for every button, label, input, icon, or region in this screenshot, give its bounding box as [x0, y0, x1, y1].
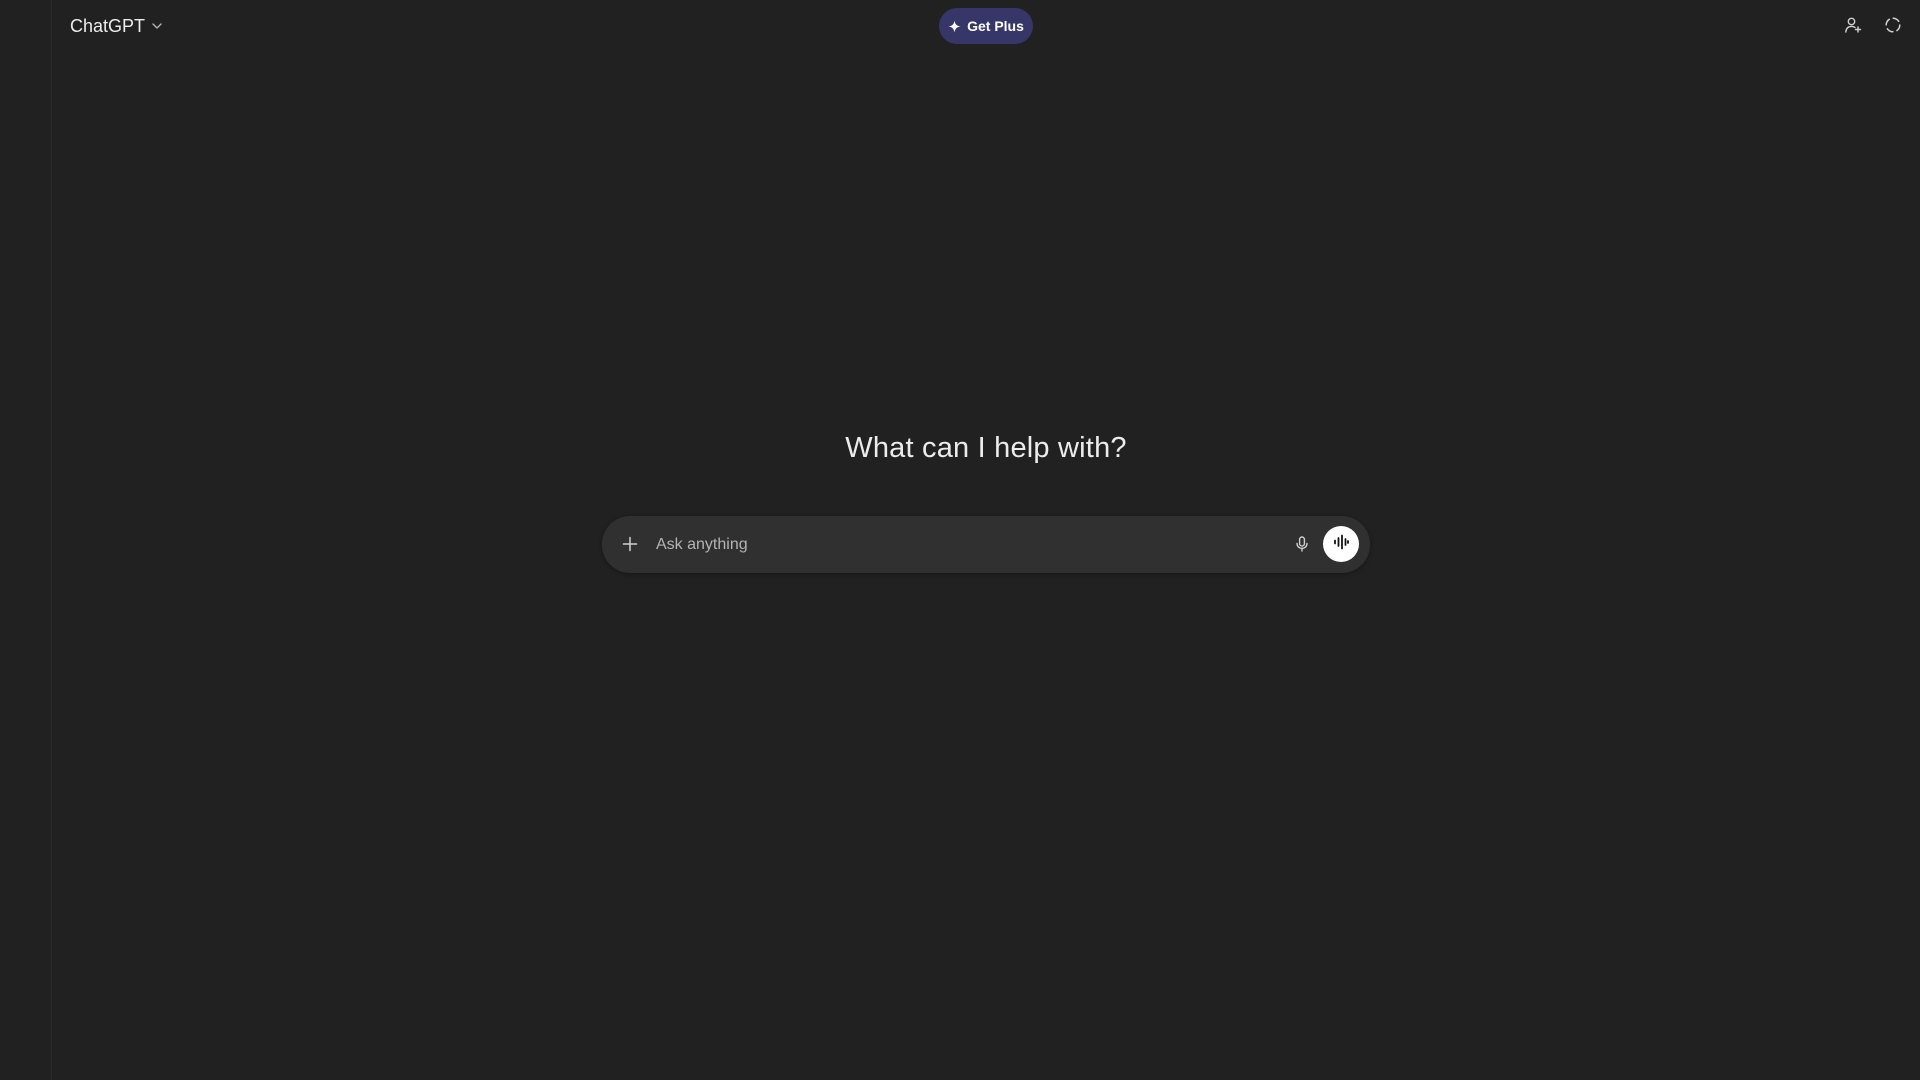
- add-person-icon[interactable]: [1840, 12, 1866, 38]
- dashed-circle-icon[interactable]: [1880, 12, 1906, 38]
- chevron-down-icon: [151, 20, 163, 32]
- page-title: What can I help with?: [845, 432, 1127, 464]
- model-selector-label: ChatGPT: [70, 15, 146, 36]
- top-bar: ChatGPT Get Plus: [52, 0, 1920, 53]
- voice-waveform-icon: [1332, 533, 1350, 556]
- get-plus-label: Get Plus: [967, 18, 1024, 34]
- prompt-composer: [602, 516, 1370, 573]
- sparkle-icon: [948, 19, 961, 33]
- model-selector[interactable]: ChatGPT: [70, 13, 163, 39]
- microphone-icon[interactable]: [1288, 530, 1316, 558]
- voice-mode-button[interactable]: [1323, 526, 1359, 562]
- prompt-input[interactable]: [654, 530, 1308, 560]
- collapsed-sidebar: [0, 0, 52, 1080]
- app-window: ChatGPT Get Plus What can I help with? A…: [0, 0, 1920, 1080]
- plus-icon[interactable]: [616, 530, 644, 558]
- get-plus-button[interactable]: Get Plus: [939, 8, 1033, 44]
- header-actions: [1840, 12, 1906, 38]
